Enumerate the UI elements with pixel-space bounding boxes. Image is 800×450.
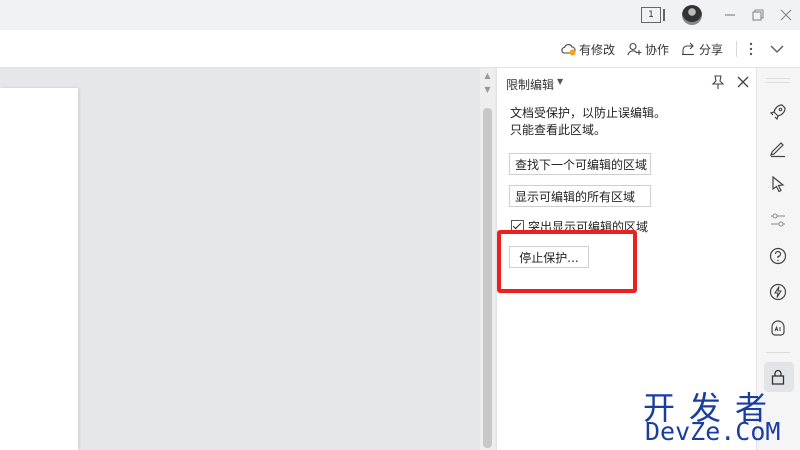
panel-title[interactable]: 限制编辑 (506, 76, 554, 93)
watermark-text-en: DevZe.CoM (645, 417, 781, 446)
document-page[interactable] (0, 88, 78, 450)
title-bar: 1 (0, 0, 800, 30)
collaborate-button[interactable]: 协作 (627, 40, 669, 58)
lightning-icon[interactable] (768, 282, 788, 302)
window-count-icon[interactable]: 1 (641, 7, 665, 23)
scrollbar-thumb[interactable] (483, 108, 492, 448)
sidebar-divider (766, 78, 790, 79)
pin-icon[interactable] (710, 74, 726, 90)
ai-icon[interactable] (768, 318, 788, 338)
help-icon[interactable] (768, 246, 788, 266)
more-vertical-icon[interactable] (746, 40, 756, 58)
document-workspace (0, 68, 480, 450)
modified-button[interactable]: 有修改 (560, 40, 615, 58)
share-button[interactable]: 分享 (681, 40, 723, 58)
caret-down-icon[interactable]: ▼ (557, 77, 563, 86)
pen-icon[interactable] (768, 138, 788, 158)
protection-description: 文档受保护，以防止误编辑。 只能查看此区域。 (510, 105, 750, 139)
sidebar-divider (766, 352, 790, 353)
minimize-icon[interactable] (723, 6, 737, 24)
modified-label: 有修改 (579, 42, 616, 57)
document-toolbar: 有修改 协作 分享 (0, 30, 800, 68)
description-line-2: 只能查看此区域。 (510, 123, 607, 137)
share-icon (682, 42, 694, 56)
chevron-down-icon[interactable] (769, 40, 785, 58)
sidebar-divider (766, 82, 790, 83)
share-label: 分享 (699, 42, 724, 57)
collaborate-label: 协作 (645, 42, 670, 57)
find-next-editable-button[interactable]: 查找下一个可编辑的区域 (509, 153, 651, 175)
scroll-up-icon[interactable]: ▲ (483, 72, 492, 80)
toolbar-divider (736, 41, 737, 57)
description-line-1: 文档受保护，以防止误编辑。 (510, 106, 667, 120)
cursor-icon[interactable] (768, 174, 788, 194)
close-panel-icon[interactable] (735, 74, 751, 90)
watermark: 开发者 DevZe.CoM (643, 383, 800, 450)
highlight-annotation-box (497, 230, 637, 293)
vertical-scrollbar[interactable]: ▲ ▼ (480, 68, 495, 450)
show-all-editable-button[interactable]: 显示可编辑的所有区域 (509, 185, 651, 207)
adjust-icon[interactable] (768, 210, 788, 230)
add-user-icon (627, 42, 642, 56)
close-icon[interactable] (779, 6, 793, 24)
cloud-warning-icon (561, 44, 576, 56)
scroll-down-icon[interactable]: ▼ (483, 86, 492, 94)
rocket-icon[interactable] (768, 102, 788, 122)
avatar[interactable] (682, 5, 702, 25)
restore-icon[interactable] (751, 6, 765, 24)
